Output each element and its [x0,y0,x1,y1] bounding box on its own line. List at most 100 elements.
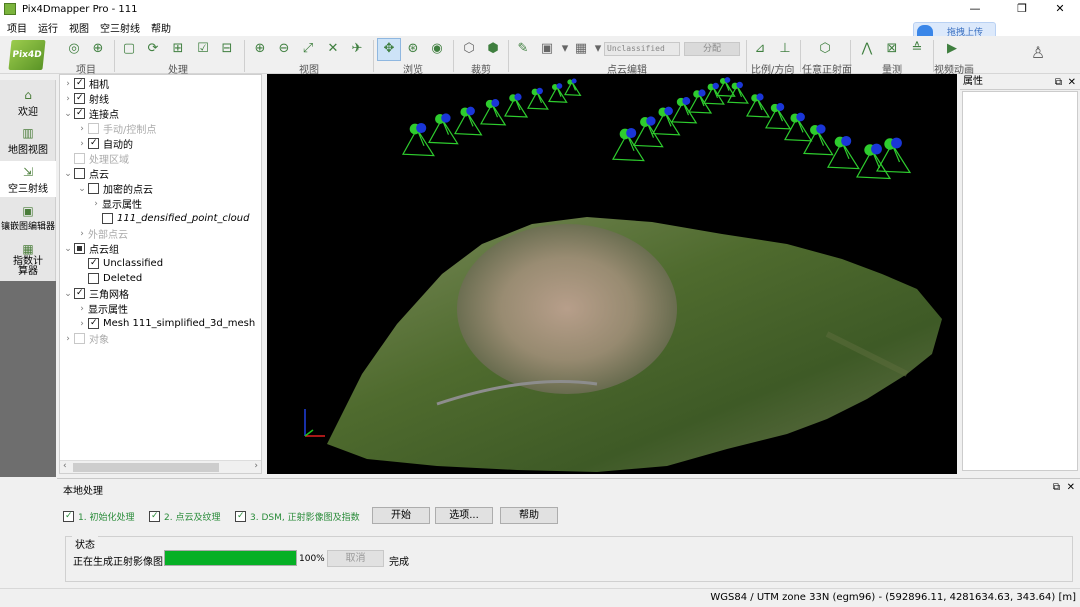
tree-checkbox[interactable] [74,288,85,299]
process-icon-2[interactable]: ⟳ [145,41,161,57]
minimize-icon[interactable]: — [960,0,990,18]
menu-view[interactable]: 视图 [69,20,89,35]
sidebar-item-mosaic[interactable]: ▣ 镶嵌图编辑器 [0,200,56,236]
orbit-icon[interactable]: ⊛ [405,41,421,57]
tree-item[interactable]: › 对象 [62,331,109,346]
tree-item[interactable]: › 相机 [62,76,109,91]
tree-checkbox[interactable] [88,273,99,284]
video-icon[interactable]: ▶ [944,41,960,57]
expand-arrow-icon[interactable]: ⌄ [62,289,74,299]
tree-checkbox[interactable] [88,123,99,134]
close-panel-icon-2[interactable]: ✕ [1067,482,1075,493]
tree-item[interactable]: Unclassified [76,256,163,271]
expand-icon[interactable]: ✕ [325,41,341,57]
start-button[interactable]: 开始 [372,507,430,524]
menu-project[interactable]: 项目 [7,20,27,35]
expand-arrow-icon[interactable]: ⌄ [62,169,74,179]
expand-arrow-icon[interactable]: ⌄ [62,109,74,119]
tree-item[interactable]: ⌄ 点云组 [62,241,119,256]
tree-item[interactable]: ⌄ 点云 [62,166,109,181]
tree-checkbox[interactable] [88,258,99,269]
class-select[interactable]: Unclassified [604,42,680,56]
polyline-icon[interactable]: ⋀ [859,41,875,57]
sidebar-item-welcome[interactable]: ⌂ 欢迎 [0,84,56,120]
help-button[interactable]: 帮助 [500,507,558,524]
expand-arrow-icon[interactable]: › [62,79,74,89]
3d-viewport[interactable] [267,74,957,474]
close-panel-icon[interactable]: ✕ [1068,75,1076,91]
sidebar-item-index[interactable]: ▦ 指数计算器 [0,238,56,282]
tree-item[interactable]: › Mesh 111_simplified_3d_mesh [76,316,255,331]
tree-item[interactable]: › 射线 [62,91,109,106]
user-icon[interactable]: ♙ [1030,45,1046,61]
scroll-thumb[interactable] [73,463,219,472]
tree-item[interactable]: › 自动的 [76,136,133,151]
fit-view-icon[interactable]: ⤢ [300,41,316,57]
tree-item[interactable]: Deleted [76,271,142,286]
expand-arrow-icon[interactable]: › [76,124,88,134]
tree-checkbox[interactable] [88,183,99,194]
tree-checkbox[interactable] [74,108,85,119]
process-icon-4[interactable]: ☑ [195,41,211,57]
step3-checkbox[interactable]: 3. DSM, 正射影像图及指数 [235,510,360,523]
menu-run[interactable]: 运行 [38,20,58,35]
tree-checkbox[interactable] [74,333,85,344]
tree-item[interactable]: ⌄ 连接点 [62,106,119,121]
cancel-button[interactable]: 取消 [327,550,384,567]
tree-item[interactable]: › 显示属性 [76,301,128,317]
sidebar-item-map[interactable]: ▥ 地图视图 [0,122,56,158]
move-icon[interactable]: ✥ [381,41,397,57]
expand-arrow-icon[interactable]: › [76,319,88,329]
process-icon-1[interactable]: ▢ [121,41,137,57]
volume-icon[interactable]: ≙ [909,41,925,57]
zoom-in-icon[interactable]: ⊕ [252,41,268,57]
expand-arrow-icon[interactable]: › [90,199,102,209]
lasso-icon[interactable]: ▦ [573,41,589,57]
orientation-icon[interactable]: ⊥ [777,41,793,57]
float-icon[interactable]: ⧉ [1055,75,1062,91]
tree-checkbox[interactable] [74,93,85,104]
expand-arrow-icon[interactable]: › [76,304,88,314]
process-icon-5[interactable]: ⊟ [219,41,235,57]
restore-icon[interactable]: ❐ [1007,0,1037,18]
tree-scrollbar[interactable]: ‹ › [60,460,261,473]
tree-checkbox[interactable] [74,153,85,164]
plane-icon[interactable]: ✈ [349,41,365,57]
expand-arrow-icon[interactable]: › [76,229,88,239]
box-icon[interactable]: ⬡ [461,41,477,57]
expand-arrow-icon[interactable]: › [62,94,74,104]
scale-icon[interactable]: ⊿ [752,41,768,57]
tree-checkbox[interactable] [74,168,85,179]
expand-arrow-icon[interactable]: › [76,139,88,149]
tree-item[interactable]: › 外部点云 [76,226,128,242]
zoom-out-icon[interactable]: ⊖ [276,41,292,57]
tree-item[interactable]: 处理区域 [62,151,129,166]
eye-icon[interactable]: ◉ [429,41,445,57]
tree-checkbox[interactable] [102,213,113,224]
process-icon-3[interactable]: ⊞ [170,41,186,57]
options-button[interactable]: 选项... [435,507,493,524]
chevron-down-icon[interactable]: ▾ [557,41,573,57]
tree-item[interactable]: 111_densified_point_cloud [90,211,249,226]
menu-rayview[interactable]: 空三射线 [100,20,140,35]
tree-item[interactable]: › 显示属性 [90,196,142,212]
edit-icon[interactable]: ✎ [515,41,531,57]
close-icon[interactable]: ✕ [1045,0,1075,18]
select-icon[interactable]: ▣ [539,41,555,57]
step2-checkbox[interactable]: 2. 点云及纹理 [149,510,220,523]
step1-checkbox[interactable]: 1. 初始化处理 [63,510,134,523]
expand-arrow-icon[interactable]: ⌄ [62,244,74,254]
crosshair-icon[interactable]: ⊕ [90,41,106,57]
tree-item[interactable]: ⌄ 三角网格 [62,286,129,301]
sidebar-item-rayview[interactable]: ⇲ 空三射线 [0,161,56,197]
expand-arrow-icon[interactable]: ⌄ [76,184,88,194]
tree-checkbox[interactable] [74,78,85,89]
tree-checkbox[interactable] [88,318,99,329]
tree-item[interactable]: ⌄ 加密的点云 [76,181,153,196]
expand-arrow-icon[interactable]: › [62,334,74,344]
tree-item[interactable]: › 手动/控制点 [76,121,156,136]
float-icon-2[interactable]: ⧉ [1053,482,1060,493]
assign-button[interactable]: 分配 [684,42,740,56]
surface-icon[interactable]: ⊠ [884,41,900,57]
tree-checkbox[interactable] [74,243,85,254]
